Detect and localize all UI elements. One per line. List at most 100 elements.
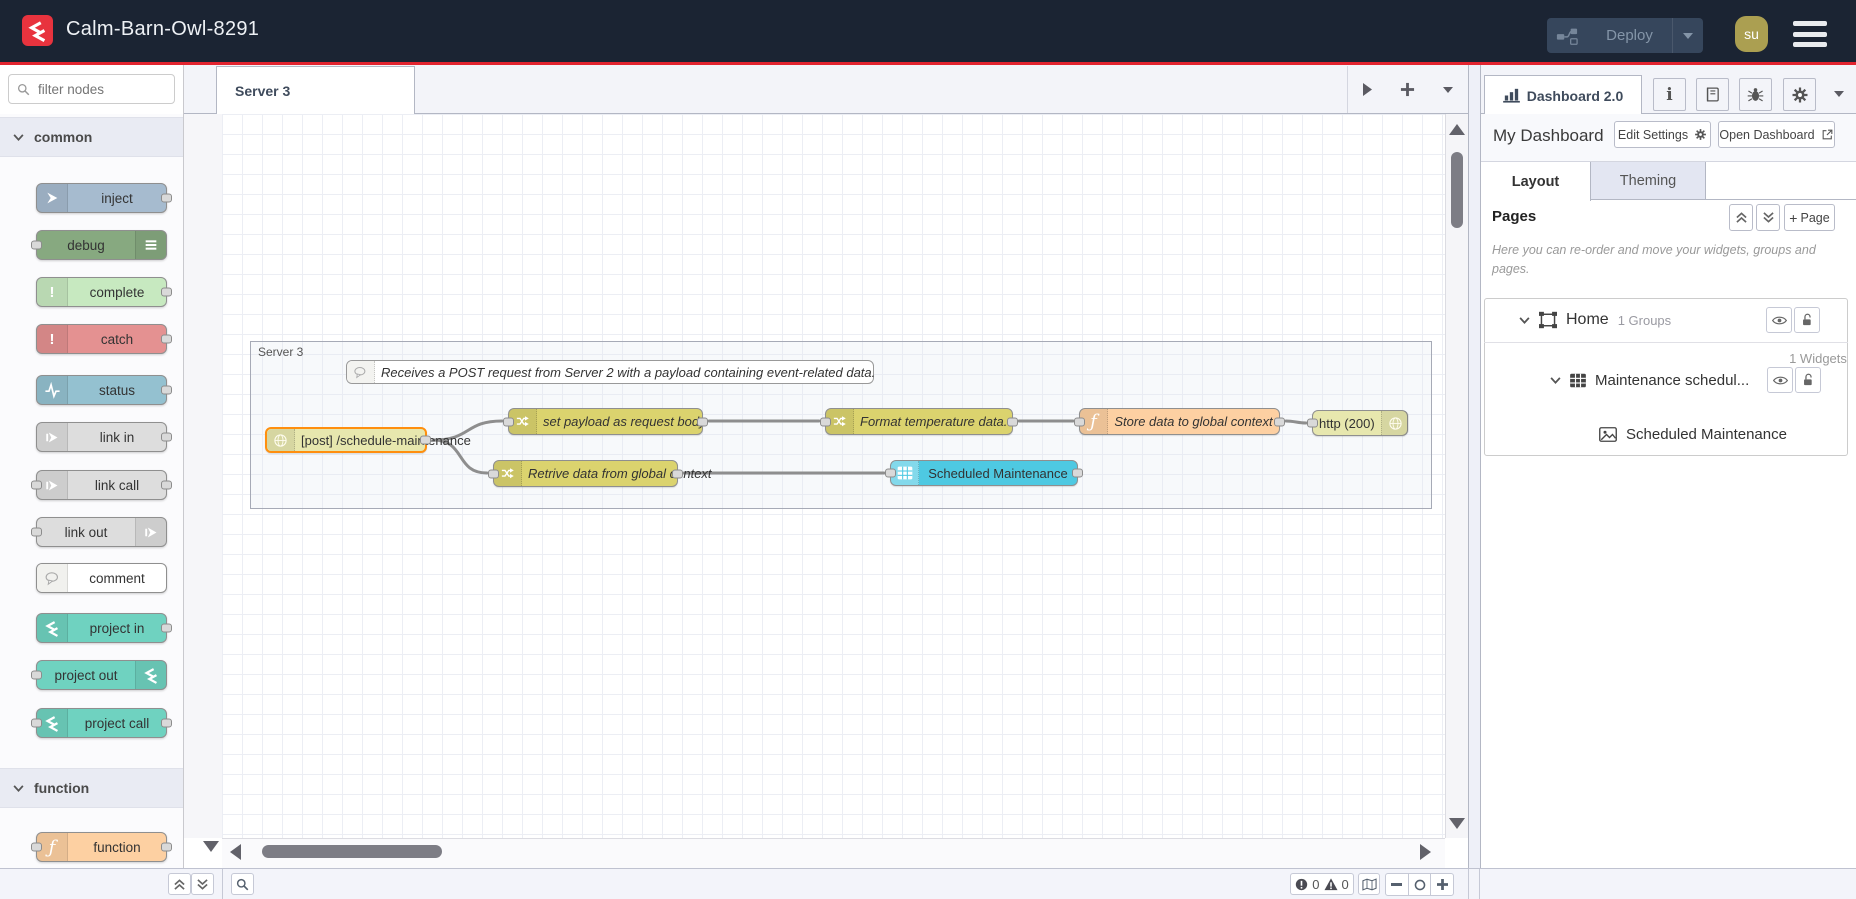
group-label: Server 3 [258,345,304,359]
canvas-scroll-left-button[interactable] [230,844,241,860]
sidebar-menu-chevron-icon[interactable] [1833,90,1845,98]
palette-node-debug[interactable]: debug [31,230,167,260]
flow-node-change-retrive[interactable]: Retrive data from global context [488,460,712,487]
add-page-button[interactable]: + Page [1784,204,1835,231]
info-icon: i [1666,84,1673,105]
double-chevron-up-icon [174,878,185,890]
deploy-button[interactable]: Deploy [1547,18,1703,53]
plus-icon [1436,879,1448,890]
add-flow-icon[interactable] [1400,82,1415,97]
palette-node-status[interactable]: status [36,375,172,405]
palette-scroll-gutter [184,114,222,838]
palette: common inject debug ! complete ! catch s… [0,114,184,868]
debug-tab-button[interactable] [1739,78,1772,111]
inject-arrow-icon [37,184,68,212]
zoom-in-button[interactable] [1430,874,1453,895]
notifications-badge[interactable]: 0 0 [1290,873,1354,895]
page-group-count: 1 Groups [1617,312,1672,328]
sidebar: Dashboard 2.0 i My Dashboard Edit Settin… [1480,65,1856,868]
collapse-all-button[interactable] [1729,204,1753,231]
exclamation-icon: ! [37,278,68,306]
flow-node-http-in[interactable]: [post] /schedule-maintenance [265,427,471,453]
palette-category-function[interactable]: function [0,768,183,808]
group-visibility-button[interactable] [1767,367,1793,393]
main-menu-button[interactable] [1793,21,1827,47]
open-dashboard-button[interactable]: Open Dashboard [1718,121,1835,148]
workspace-tab-server3[interactable]: Server 3 [216,66,415,114]
palette-category-common[interactable]: common [0,117,183,157]
palette-filter[interactable] [8,74,175,104]
palette-node-project-in[interactable]: project in [36,613,172,643]
pages-help-text: Here you can re-order and move your widg… [1492,243,1816,277]
warning-count: 0 [1341,876,1349,892]
flow-canvas[interactable]: Server 3 Receives a POST request from Se… [222,114,1445,838]
palette-node-project-call[interactable]: project call [31,708,172,738]
palette-collapse-button[interactable] [168,873,191,895]
error-count-icon [1296,878,1308,890]
minimap-button[interactable] [1358,873,1380,895]
palette-node-function[interactable]: ƒ function [31,832,172,862]
palette-node-project-out[interactable]: project out [31,660,167,690]
palette-scroll-down-button[interactable] [203,841,219,852]
canvas-hscroll-thumb[interactable] [262,845,442,858]
palette-filter-input[interactable] [36,80,160,98]
sidebar-resize-gutter[interactable] [1469,65,1480,868]
chevron-down-icon[interactable] [1550,377,1561,384]
canvas-scroll-down-button[interactable] [1449,818,1465,829]
eye-icon [1771,316,1787,324]
flow-node-ui-table[interactable]: Scheduled Maintenance [885,460,1083,486]
palette-node-link-call[interactable]: link call [31,470,172,500]
flow-list-icon[interactable] [1442,86,1454,94]
canvas-vscroll-thumb[interactable] [1451,152,1463,228]
palette-node-complete[interactable]: ! complete [36,277,172,307]
help-tab-button[interactable] [1696,78,1729,111]
edit-settings-button[interactable]: Edit Settings [1614,121,1711,148]
palette-node-catch[interactable]: ! catch [36,324,172,354]
pulse-icon [37,376,68,404]
flowfuse-icon [37,614,68,642]
debug-lines-icon [135,231,166,259]
flow-node-comment[interactable]: Receives a POST request from Server 2 wi… [346,360,875,384]
chevron-down-icon[interactable] [1519,316,1530,324]
link-icon [37,423,68,451]
double-chevron-down-icon [1762,212,1774,223]
canvas-scroll-right-button[interactable] [1420,844,1431,860]
flow-node-change-set-payload[interactable]: set payload as request body [503,408,708,435]
tree-row-widget-scheduled[interactable]: Scheduled Maintenance [1484,420,1848,448]
double-chevron-up-icon [1735,212,1747,223]
comment-bubble-icon [347,361,375,383]
next-tab-icon[interactable] [1362,82,1373,97]
palette-node-inject[interactable]: inject [36,183,172,213]
page-lock-button[interactable] [1794,307,1820,333]
instance-title: Calm-Barn-Owl-8291 [66,18,260,40]
deploy-options-button[interactable] [1672,18,1703,53]
expand-all-button[interactable] [1756,204,1780,231]
tree-row-group-maintenance[interactable]: Maintenance schedul... [1484,362,1848,399]
image-icon [1599,426,1617,442]
header-bar: Calm-Barn-Owl-8291 Deploy su [0,0,1856,62]
page-visibility-button[interactable] [1766,307,1792,333]
user-avatar[interactable]: su [1735,16,1768,52]
tab-theming[interactable]: Theming [1591,162,1706,199]
info-tab-button[interactable]: i [1653,78,1686,111]
palette-node-comment[interactable]: comment [36,563,167,593]
config-tab-button[interactable] [1783,78,1816,111]
search-flows-button[interactable] [231,873,254,895]
sidebar-tab-dashboard[interactable]: Dashboard 2.0 [1484,75,1642,115]
circle-icon [1414,879,1425,890]
zoom-reset-button[interactable] [1407,874,1431,895]
flow-node-http-response[interactable]: http (200) [1307,410,1409,436]
tab-layout[interactable]: Layout [1481,162,1591,201]
group-lock-button[interactable] [1795,367,1821,393]
palette-node-link-out[interactable]: link out [31,517,167,547]
flow-node-change-format[interactable]: Format temperature data. [820,408,1018,435]
canvas-scroll-up-button[interactable] [1449,124,1465,135]
zoom-controls [1385,873,1454,896]
palette-node-link-in[interactable]: link in [36,422,172,452]
minus-icon [1391,883,1403,886]
palette-expand-button[interactable] [191,873,214,895]
flow-node-function-store[interactable]: ƒ Store data to global context [1074,408,1285,435]
flowfuse-logo-icon [22,15,53,46]
zoom-out-button[interactable] [1386,874,1408,895]
search-icon [236,878,249,890]
